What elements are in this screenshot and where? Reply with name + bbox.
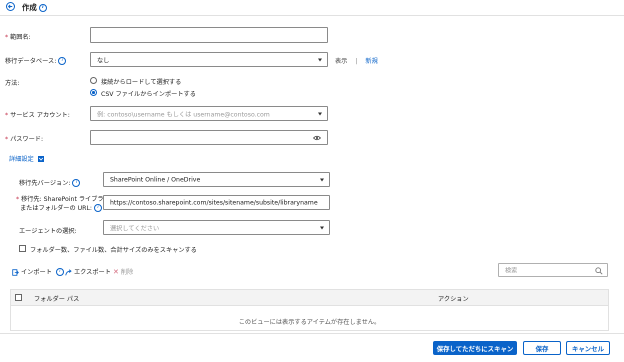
method-label: 方法: — [5, 80, 20, 87]
method-radio-csv[interactable] — [90, 89, 97, 96]
method-option-csv-label: CSV ファイルからインポートする — [101, 91, 196, 98]
service-account-combobox[interactable]: 例: contoso\username もしくは username@contos… — [90, 106, 328, 121]
password-label: * パスワード: — [5, 136, 44, 143]
arrow-left-icon — [7, 4, 13, 9]
header-divider — [0, 15, 624, 16]
chevron-down-icon — [320, 178, 324, 181]
delete-button[interactable]: ✕ 削除 — [113, 267, 133, 276]
chevron-down-icon — [318, 58, 322, 61]
chevron-down-icon — [37, 156, 44, 162]
chevron-down-icon — [318, 112, 322, 115]
footer-divider — [0, 333, 624, 334]
target-version-select[interactable]: SharePoint Online / OneDrive — [103, 172, 330, 187]
method-radio-load[interactable] — [90, 77, 97, 84]
empty-message: このビューには表示するアイテムが存在しません。 — [238, 319, 381, 326]
cancel-button[interactable]: キャンセル — [566, 341, 610, 355]
column-header-action[interactable]: アクション — [438, 294, 469, 303]
save-button[interactable]: 保存 — [523, 341, 561, 355]
scan-only-label: フォルダー数、ファイル数、合計サイズのみをスキャンする — [30, 247, 197, 254]
table-header: フォルダー パス アクション — [11, 290, 608, 306]
service-account-label: * サービス アカウント: — [5, 112, 70, 119]
migration-db-label: 移行データベース: i — [5, 56, 67, 65]
show-link[interactable]: 表示 — [335, 58, 347, 65]
info-icon[interactable]: i — [38, 4, 47, 12]
info-icon[interactable]: i — [94, 204, 103, 212]
table-container: フォルダー パス アクション このビューには表示するアイテムが存在しません。 — [10, 289, 609, 331]
save-and-scan-button[interactable]: 保存してただちにスキャン — [433, 341, 517, 355]
search-icon — [595, 266, 603, 275]
agent-label: エージェントの選択: — [19, 228, 77, 235]
export-arrow-icon — [65, 268, 72, 275]
target-version-label: 移行先バージョン: i — [19, 178, 81, 187]
target-url-label: * 移行先: SharePoint ライブラリ またはフォルダーの URL: i — [16, 196, 110, 212]
column-header-folder-path[interactable]: フォルダー パス — [34, 294, 79, 303]
close-icon: ✕ — [113, 268, 119, 276]
import-button[interactable]: インポート i — [12, 267, 64, 276]
target-url-input[interactable]: https://contoso.sharepoint.com/sites/sit… — [103, 195, 330, 210]
import-icon — [12, 268, 19, 276]
agent-select[interactable]: 選択してください — [103, 220, 330, 235]
range-name-label: * 範囲名: — [5, 34, 31, 41]
method-option-load-label: 接続からロードして選択する — [101, 79, 182, 86]
migration-db-select[interactable]: なし — [90, 52, 328, 67]
scan-only-checkbox[interactable] — [19, 245, 26, 252]
export-button[interactable]: エクスポート — [65, 267, 111, 276]
back-button[interactable] — [6, 2, 15, 11]
new-link[interactable]: 新規 — [365, 58, 377, 65]
range-name-input[interactable] — [90, 27, 328, 43]
info-icon[interactable]: i — [58, 57, 67, 65]
page-title: 作成 i — [22, 2, 47, 13]
link-separator: | — [355, 58, 358, 65]
eye-icon[interactable] — [313, 135, 321, 141]
password-input[interactable] — [90, 130, 328, 145]
chevron-down-icon — [320, 226, 324, 229]
info-icon[interactable]: i — [72, 179, 81, 187]
advanced-settings-toggle[interactable]: 詳細設定 — [9, 154, 44, 163]
info-icon[interactable]: i — [55, 268, 64, 276]
select-all-checkbox[interactable] — [15, 294, 22, 301]
search-input[interactable]: 検索 — [498, 263, 608, 277]
